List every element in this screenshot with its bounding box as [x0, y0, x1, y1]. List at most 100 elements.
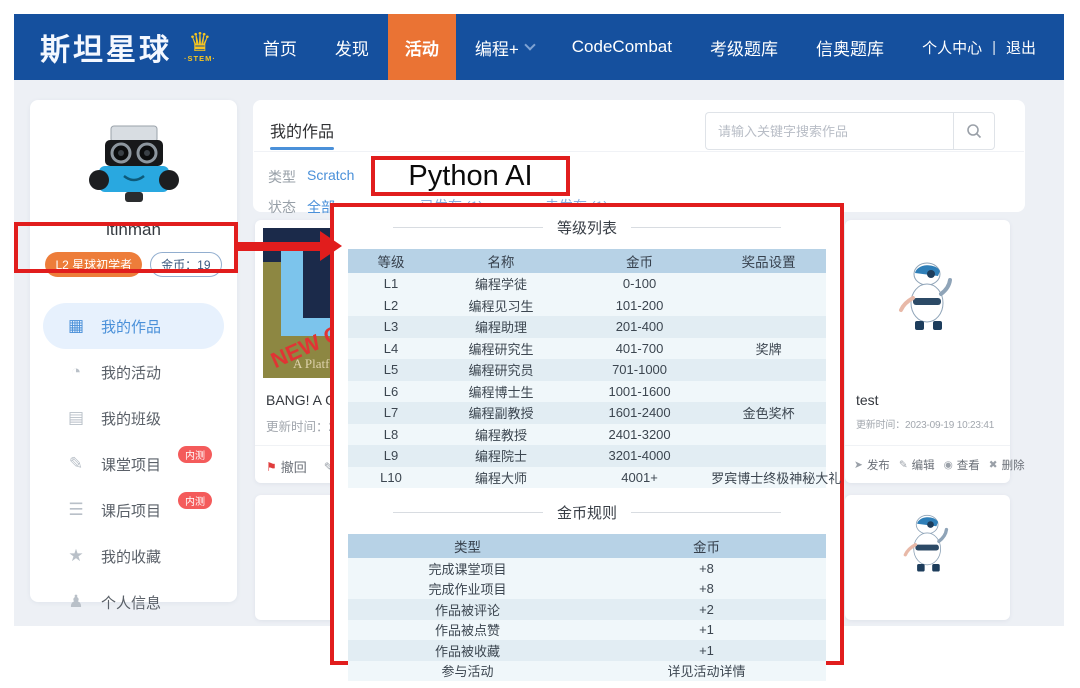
- nav-item[interactable]: 首页: [244, 14, 316, 80]
- menu-item-label: 我的收藏: [101, 546, 161, 567]
- menu-item-icon: ✎: [66, 454, 86, 474]
- sidebar-menu-item[interactable]: ★ 我的收藏: [30, 533, 237, 579]
- coin-rules-title: 金币规则: [557, 502, 617, 523]
- rule-type-cell: 作品被评论: [348, 600, 587, 619]
- crown-icon: ♛ ·STEM·: [184, 30, 216, 63]
- rule-coins-cell: +8: [587, 561, 826, 576]
- coins-cell: 4001+: [568, 470, 711, 485]
- name-cell: 编程副教授: [434, 403, 568, 422]
- nav-item[interactable]: CodeCombat: [553, 14, 691, 80]
- action-icon: ✖: [989, 459, 998, 471]
- sidebar: itinman L2 星球初学者 金币：19 ▦ 我的作品 ◔ 我的活动 ▤ 我…: [30, 100, 237, 602]
- level-table-header: 等级名称金币奖品设置: [348, 249, 826, 273]
- level-cell: L3: [348, 319, 434, 334]
- thumb-text-platformer: A Platf: [293, 356, 329, 372]
- level-cell: L6: [348, 384, 434, 399]
- action-icon: ⚑: [266, 460, 277, 474]
- coins-cell: 701-1000: [568, 362, 711, 377]
- coin-table-body: 完成课堂项目 +8 完成作业项目 +8 作品被评论 +2 作品被点赞 +1 作品…: [348, 558, 826, 681]
- level-table-header-cell: 等级: [348, 251, 434, 271]
- logout-link[interactable]: 退出: [1006, 37, 1036, 58]
- work-action-button[interactable]: ✎ 编辑: [899, 457, 935, 473]
- rule-type-cell: 参与活动: [348, 661, 587, 680]
- coins-cell: 401-700: [568, 341, 711, 356]
- name-cell: 编程助理: [434, 317, 568, 336]
- menu-item-icon: ▦: [66, 316, 86, 336]
- action-icon: ➤: [854, 459, 863, 471]
- action-icon: ✎: [899, 459, 908, 471]
- search-button[interactable]: [953, 112, 995, 150]
- rule-coins-cell: +2: [587, 602, 826, 617]
- sidebar-menu-item[interactable]: ♟ 个人信息: [30, 579, 237, 625]
- search-input[interactable]: [705, 112, 953, 150]
- coin-rules-table: 类型金币 完成课堂项目 +8 完成作业项目 +8 作品被评论 +2 作品被点赞 …: [348, 534, 826, 681]
- rule-coins-cell: +1: [587, 643, 826, 658]
- level-cell: L8: [348, 427, 434, 442]
- user-center-link[interactable]: 个人中心: [922, 37, 982, 58]
- annotation-python-ai: Python AI: [371, 156, 570, 196]
- coin-table-row: 作品被点赞 +1: [348, 620, 826, 641]
- search-bar: [705, 112, 995, 150]
- level-table-header-cell: 名称: [434, 251, 568, 271]
- menu-item-label: 课后项目: [101, 500, 161, 521]
- robot-mascot-image: [897, 258, 959, 334]
- prize-cell: 奖牌: [711, 339, 826, 358]
- work-card-actions: ➤ 发布 ✎ 编辑 ◉ 查看 ✖ 删除: [854, 457, 1025, 473]
- coin-table-header: 类型金币: [348, 534, 826, 558]
- type-filter-label: 类型: [268, 167, 296, 187]
- level-table: 等级名称金币奖品设置 L1 编程学徒 0-100 L2 编程见习生 101-20…: [348, 249, 826, 488]
- level-table-row: L7 编程副教授 1601-2400 金色奖杯: [348, 402, 826, 424]
- work-card-partial[interactable]: [845, 495, 1010, 620]
- sidebar-menu-item[interactable]: ▤ 我的班级: [30, 395, 237, 441]
- name-cell: 编程教授: [434, 425, 568, 444]
- nav-item[interactable]: 发现: [316, 14, 388, 80]
- level-table-row: L6 编程博士生 1001-1600: [348, 381, 826, 403]
- sidebar-menu-item[interactable]: ✎ 课堂项目 内测: [30, 441, 237, 487]
- work-action-button[interactable]: ✖ 删除: [989, 457, 1025, 473]
- coin-rules-title-row: 金币规则: [334, 502, 840, 523]
- work-action-button[interactable]: ◉ 查看: [944, 457, 980, 473]
- coin-table-header-cell: 金币: [587, 536, 826, 556]
- annotation-arrow-head: [320, 231, 342, 261]
- sidebar-menu-item[interactable]: ◔ 我的活动: [30, 349, 237, 395]
- top-navbar: 斯坦星球 ♛ ·STEM· 首页 发现 活动 编程+: [14, 14, 1064, 80]
- action-icon: ◉: [944, 459, 953, 471]
- chevron-down-icon: [524, 39, 535, 50]
- sidebar-menu-item[interactable]: ☰ 课后项目 内测: [30, 487, 237, 533]
- tab-my-works[interactable]: 我的作品: [270, 118, 334, 142]
- robot-mascot-image: [902, 511, 954, 575]
- nav-item[interactable]: 编程+: [456, 14, 553, 80]
- menu-item-icon: ◔: [66, 362, 86, 382]
- coins-cell: 3201-4000: [568, 448, 711, 463]
- sidebar-menu-item[interactable]: ▦ 我的作品: [43, 303, 224, 349]
- nav-menu: 首页 发现 活动 编程+ CodeCombat 考级题库: [244, 14, 903, 80]
- annotation-level-badge-box: [14, 222, 238, 273]
- work-thumbnail[interactable]: [845, 495, 1010, 575]
- logo-text: 斯坦星球: [40, 25, 172, 69]
- sidebar-menu: ▦ 我的作品 ◔ 我的活动 ▤ 我的班级 ✎ 课堂项目 内测 ☰: [30, 303, 237, 625]
- name-cell: 编程学徒: [434, 274, 568, 293]
- rule-type-cell: 完成作业项目: [348, 579, 587, 598]
- work-card-test[interactable]: test 更新时间：2023-09-19 10:23:41 ➤ 发布 ✎ 编辑 …: [845, 220, 1010, 483]
- level-list-title-row: 等级列表: [334, 217, 840, 238]
- nav-item[interactable]: 信奥题库: [797, 14, 903, 80]
- work-thumbnail[interactable]: [845, 220, 1010, 334]
- avatar: [30, 100, 237, 212]
- level-rules-overlay: 等级列表 等级名称金币奖品设置 L1 编程学徒 0-100 L2 编程见习生 1…: [330, 203, 844, 665]
- level-table-header-cell: 金币: [568, 251, 711, 271]
- prize-cell: 金色奖杯: [711, 403, 826, 422]
- level-cell: L9: [348, 448, 434, 463]
- coins-cell: 1001-1600: [568, 384, 711, 399]
- level-cell: L5: [348, 362, 434, 377]
- menu-item-icon: ♟: [66, 592, 86, 612]
- level-table-row: L2 编程见习生 101-200: [348, 295, 826, 317]
- menu-item-icon: ☰: [66, 500, 86, 520]
- nav-item[interactable]: 活动: [388, 14, 456, 80]
- robot-avatar-image: [75, 116, 193, 212]
- tab-divider: [254, 151, 1024, 152]
- menu-item-label: 我的活动: [101, 362, 161, 383]
- work-action-button[interactable]: ⚑ 撤回: [266, 457, 307, 476]
- nav-item[interactable]: 考级题库: [691, 14, 797, 80]
- work-action-button[interactable]: ➤ 发布: [854, 457, 890, 473]
- type-filter-scratch[interactable]: Scratch: [307, 167, 354, 183]
